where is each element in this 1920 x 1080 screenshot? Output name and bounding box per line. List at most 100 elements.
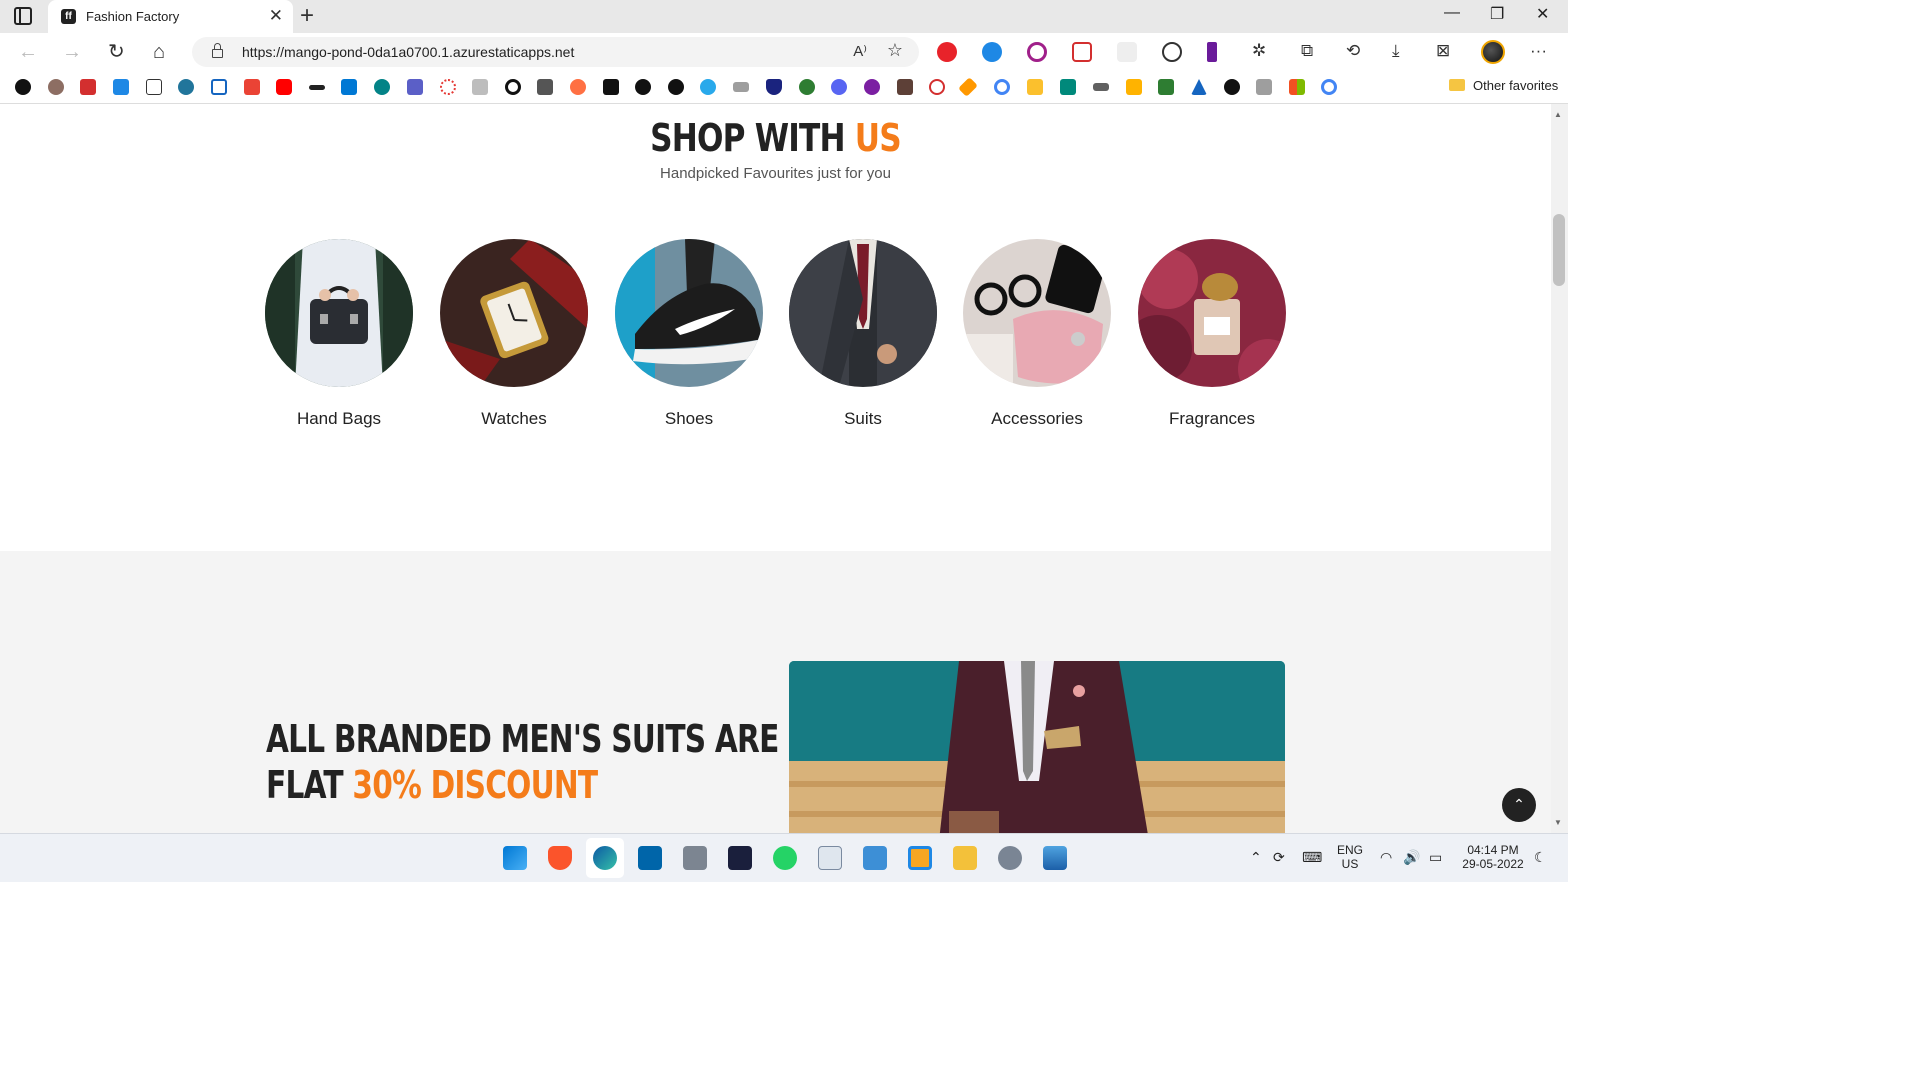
notepad-icon[interactable] xyxy=(863,846,887,870)
bookmark-icon[interactable] xyxy=(570,79,586,95)
edge-icon[interactable] xyxy=(593,846,617,870)
category-label[interactable]: Watches xyxy=(440,409,588,429)
github-bookmark-icon[interactable] xyxy=(635,79,651,95)
bookmark-icon[interactable] xyxy=(1126,79,1142,95)
category-label[interactable]: Accessories xyxy=(963,409,1111,429)
bookmark-icon[interactable] xyxy=(929,79,945,95)
category-hand-bags[interactable]: Hand Bags xyxy=(265,239,413,429)
bookmark-icon[interactable] xyxy=(799,79,815,95)
other-favorites[interactable]: Other favorites xyxy=(1449,78,1558,93)
settings-menu-icon[interactable]: ··· xyxy=(1530,41,1547,61)
amazon-music-icon[interactable] xyxy=(728,846,752,870)
remote-desktop-icon[interactable] xyxy=(908,846,932,870)
outlook-bookmark-icon[interactable] xyxy=(341,79,357,95)
meet-bookmark-icon[interactable] xyxy=(1060,79,1076,95)
bookmark-icon[interactable] xyxy=(48,79,64,95)
camera-icon[interactable] xyxy=(683,846,707,870)
block-extension-icon[interactable] xyxy=(1027,42,1047,62)
bookmark-icon[interactable] xyxy=(733,82,749,92)
close-tab-icon[interactable]: ✕ xyxy=(269,6,283,26)
photos-icon[interactable] xyxy=(1043,846,1067,870)
bookmark-icon[interactable] xyxy=(1224,79,1240,95)
teams-bookmark-icon[interactable] xyxy=(407,79,423,95)
color-extension-icon[interactable] xyxy=(1207,42,1217,62)
scroll-up-icon[interactable]: ▲ xyxy=(1554,110,1562,119)
speed-extension-icon[interactable] xyxy=(1162,42,1182,62)
read-aloud-icon[interactable]: A⁾ xyxy=(853,42,867,60)
bookmark-icon[interactable] xyxy=(603,79,619,95)
scroll-down-icon[interactable]: ▼ xyxy=(1554,818,1562,827)
collections-icon[interactable]: ⧉ xyxy=(1301,41,1313,61)
downloads-icon[interactable]: ⤓ xyxy=(1392,41,1400,61)
extension-icon[interactable] xyxy=(1117,42,1137,62)
scroll-to-top-button[interactable]: ⌃ xyxy=(1502,788,1536,822)
keyboard-icon[interactable]: ⌨ xyxy=(1302,849,1322,866)
clock[interactable]: 04:14 PM 29-05-2022 xyxy=(1455,843,1531,871)
shazam-extension-icon[interactable] xyxy=(982,42,1002,62)
add-favorite-icon[interactable]: ☆ xyxy=(887,40,903,61)
telegram-bookmark-icon[interactable] xyxy=(700,79,716,95)
show-hidden-icons-icon[interactable]: ⌃ xyxy=(1250,849,1262,866)
back-button[interactable]: ← xyxy=(18,40,38,64)
gmail-bookmark-icon[interactable] xyxy=(244,79,260,95)
bookmark-icon[interactable] xyxy=(1158,79,1174,95)
bookmark-icon[interactable] xyxy=(897,79,913,95)
bookmark-icon[interactable] xyxy=(537,79,553,95)
math-solver-icon[interactable]: ⊠ xyxy=(1436,41,1450,61)
fragrances-image[interactable] xyxy=(1138,239,1286,387)
microsoft-bookmark-icon[interactable] xyxy=(1289,79,1305,95)
brave-icon[interactable] xyxy=(548,846,572,870)
shoes-image[interactable] xyxy=(615,239,763,387)
volume-icon[interactable]: 🔊 xyxy=(1403,849,1420,866)
pdf-bookmark-icon[interactable] xyxy=(80,79,96,95)
shield-bookmark-icon[interactable] xyxy=(766,79,782,95)
category-label[interactable]: Hand Bags xyxy=(265,409,413,429)
start-icon[interactable] xyxy=(503,846,527,870)
azure-bookmark-icon[interactable] xyxy=(1191,79,1207,95)
youtube-bookmark-icon[interactable] xyxy=(276,79,292,95)
minimize-button[interactable]: — xyxy=(1444,4,1460,22)
category-watches[interactable]: Watches xyxy=(440,239,588,429)
category-fragrances[interactable]: Fragrances xyxy=(1138,239,1286,429)
category-shoes[interactable]: Shoes xyxy=(615,239,763,429)
bookmark-icon[interactable] xyxy=(472,79,488,95)
page-bookmark-icon[interactable] xyxy=(146,79,162,95)
bookmark-icon[interactable] xyxy=(211,79,227,95)
accessories-image[interactable] xyxy=(963,239,1111,387)
category-label[interactable]: Shoes xyxy=(615,409,763,429)
suits-image[interactable] xyxy=(789,239,937,387)
bookmark-icon[interactable] xyxy=(15,79,31,95)
google-bookmark-icon[interactable] xyxy=(994,79,1010,95)
notifications-icon[interactable]: ☾ xyxy=(1534,849,1547,866)
bookmark-icon[interactable] xyxy=(309,85,325,90)
tab-actions-icon[interactable] xyxy=(14,7,32,25)
page-scrollbar[interactable]: ▲ ▼ xyxy=(1551,104,1568,833)
bookmark-icon[interactable] xyxy=(1093,83,1109,91)
wifi-icon[interactable]: ◠ xyxy=(1380,849,1392,866)
bookmark-icon[interactable] xyxy=(1027,79,1043,95)
task-manager-icon[interactable] xyxy=(818,846,842,870)
url-input[interactable]: https://mango-pond-0da1a0700.1.azurestat… xyxy=(192,37,919,67)
close-window-button[interactable]: ✕ xyxy=(1536,4,1549,24)
scrollbar-thumb[interactable] xyxy=(1553,214,1565,286)
battery-icon[interactable]: ▭ xyxy=(1429,849,1442,866)
language-indicator[interactable]: ENG US xyxy=(1333,843,1367,871)
sync-icon[interactable]: ⟳ xyxy=(1273,849,1285,866)
category-accessories[interactable]: Accessories xyxy=(963,239,1111,429)
extensions-icon[interactable]: ✲ xyxy=(1252,41,1266,61)
bookmark-icon[interactable] xyxy=(440,79,456,95)
forward-button[interactable]: → xyxy=(62,40,82,64)
history-icon[interactable]: ⟲ xyxy=(1346,41,1360,61)
browser-tab[interactable]: ff Fashion Factory ✕ xyxy=(48,0,293,33)
watches-image[interactable] xyxy=(440,239,588,387)
sharepoint-bookmark-icon[interactable] xyxy=(374,79,390,95)
bookmark-icon[interactable] xyxy=(864,79,880,95)
vscode-icon[interactable] xyxy=(638,846,662,870)
refresh-button[interactable]: ↻ xyxy=(108,40,125,64)
google-bookmark-icon[interactable] xyxy=(1321,79,1337,95)
settings-icon[interactable] xyxy=(998,846,1022,870)
bookmark-icon[interactable] xyxy=(958,77,978,97)
bookmark-icon[interactable] xyxy=(113,79,129,95)
category-label[interactable]: Suits xyxy=(789,409,937,429)
category-suits[interactable]: Suits xyxy=(789,239,937,429)
